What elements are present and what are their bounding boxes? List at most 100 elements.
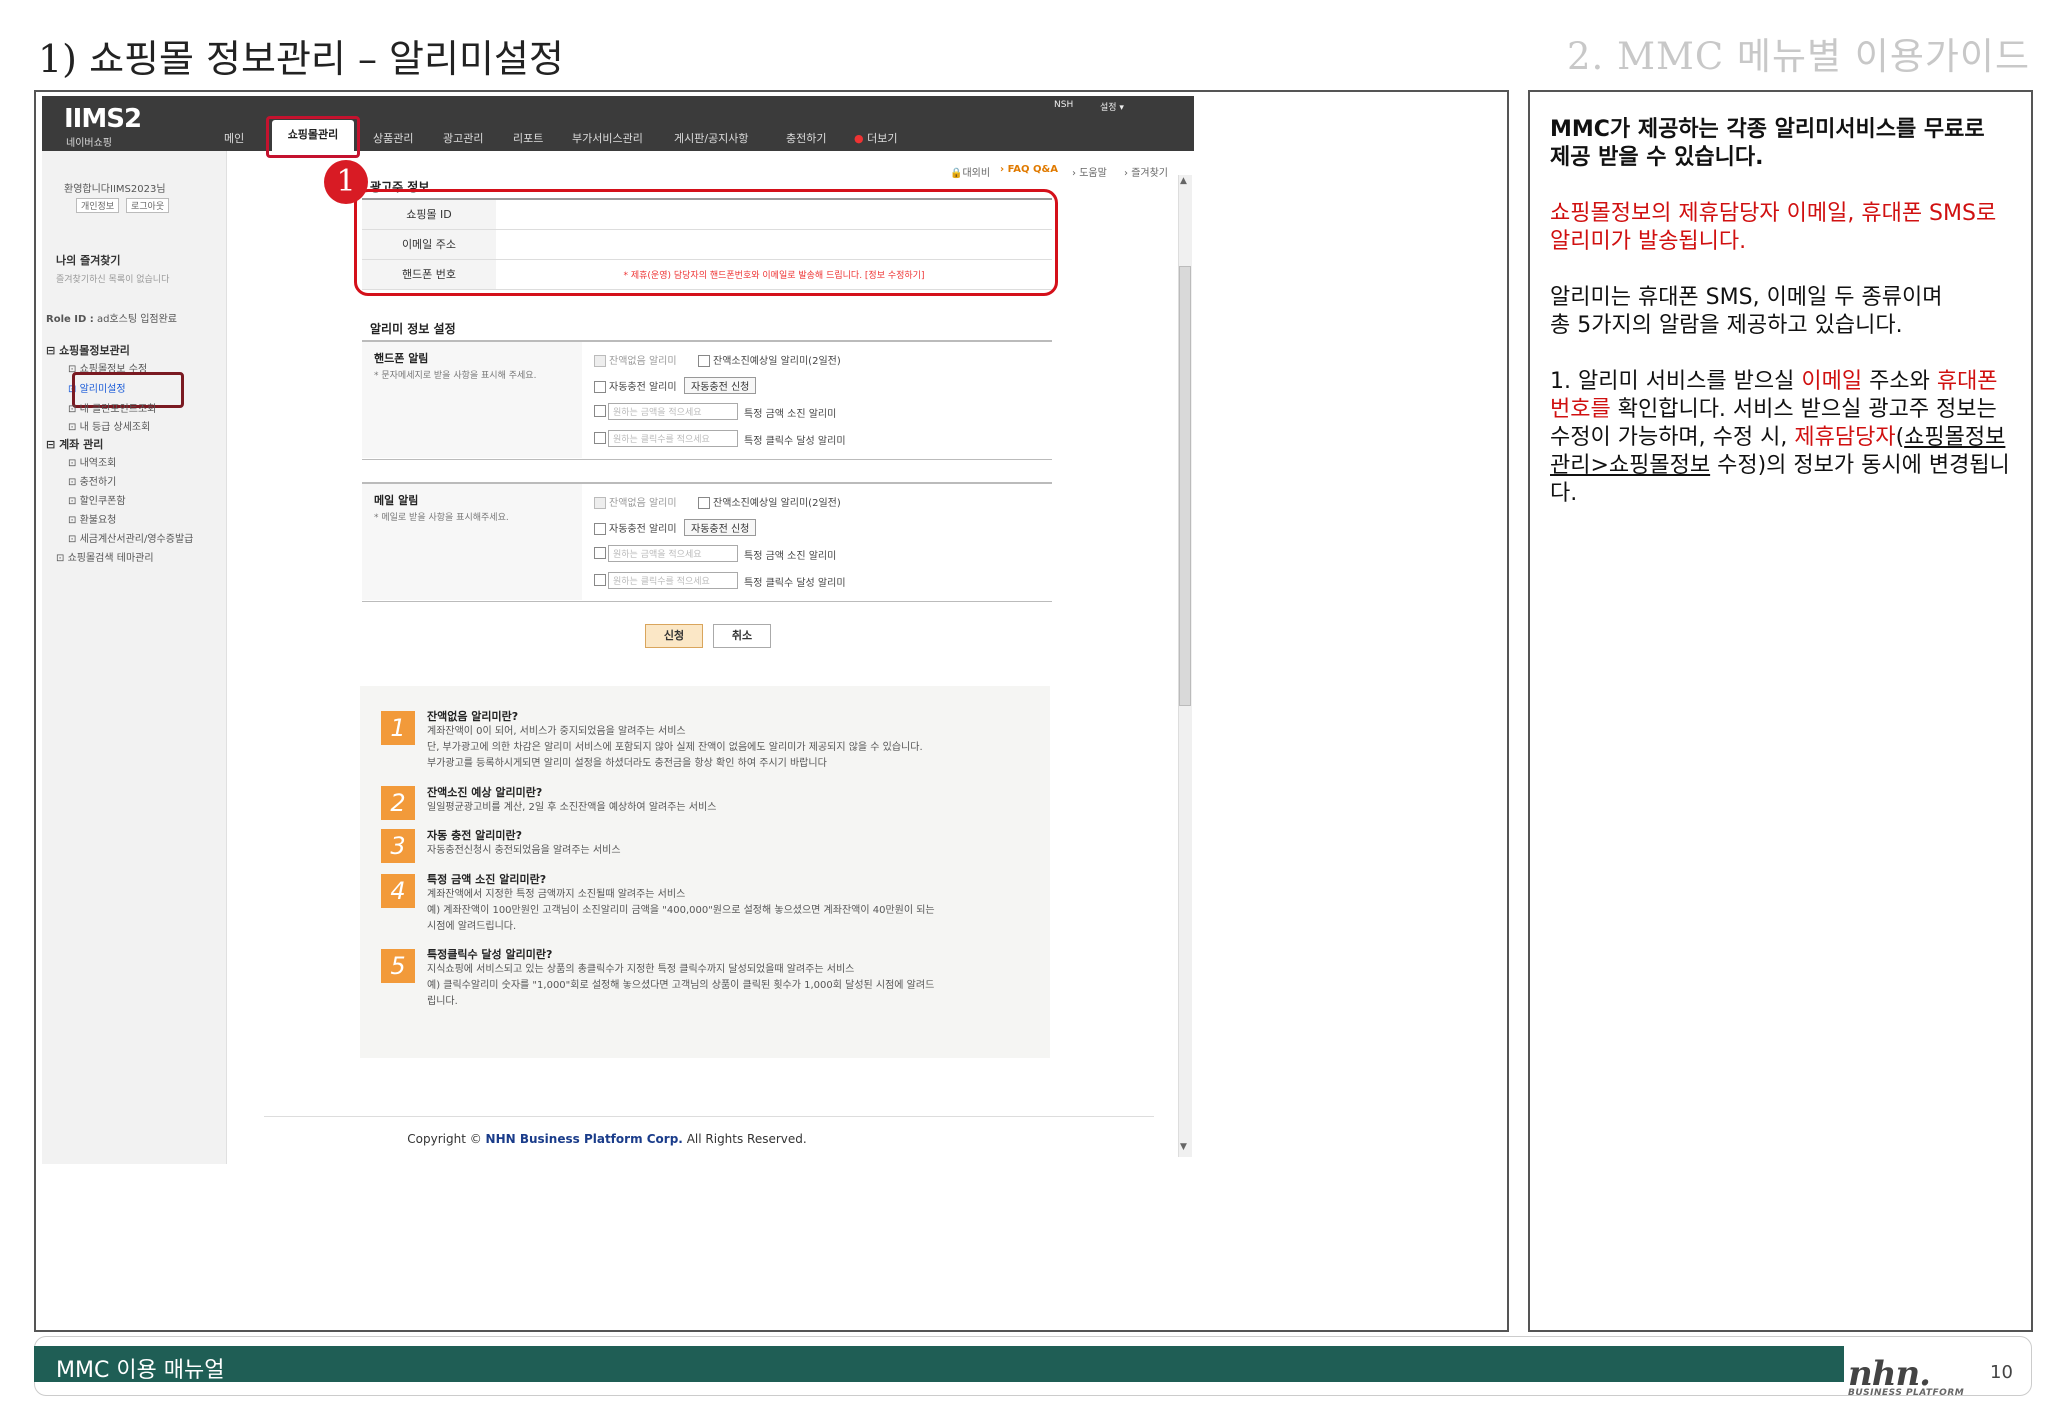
option-label: 잔액소진예상일 알리미(2일전) [713,356,841,367]
mail-amount-input[interactable]: 원하는 금액을 적으세요 [608,545,738,562]
desc-p4-part-3: 주소와 [1862,369,1930,394]
scroll-up-icon[interactable]: ▲ [1180,176,1187,186]
toplink-faq[interactable]: › FAQ Q&A [1000,164,1058,175]
logout-button[interactable]: 로그아웃 [126,198,170,213]
sidebar-item-tax-invoice[interactable]: ⊡ 세금계산서관리/영수증발급 [68,530,218,545]
util-link-nsh[interactable]: NSH [1054,100,1073,110]
nav-item-products[interactable]: 상품관리 [373,130,413,146]
profile-button[interactable]: 개인정보 [76,198,120,213]
phone-auto-charge-button[interactable]: 자동충전 신청 [684,377,757,394]
copyright-suffix: All Rights Reserved. [686,1132,807,1146]
sidebar-item-clean-point[interactable]: ⊡ 내 클린포인트조회 [68,400,156,415]
mail-auto-charge-button[interactable]: 자동충전 신청 [684,519,757,536]
phone-amount-option[interactable] [594,405,609,417]
phone-clicks-input[interactable]: 원하는 클릭수를 적으세요 [608,430,738,447]
mail-no-balance-option[interactable]: 잔액없음 알리미 [594,494,677,509]
toplink-label: 도움말 [1079,168,1107,179]
desc-p3-line-1: 알리미는 휴대폰 SMS, 이메일 두 종류이며 [1550,285,1943,310]
phone-auto-charge-option[interactable]: 자동충전 알리미 [594,378,677,393]
favorites-empty: 즐겨찾기하신 목록이 없습니다 [56,275,170,285]
submit-button[interactable]: 신청 [645,624,703,648]
nav-item-more[interactable]: ● 더보기 [854,130,897,146]
faq-question-1: 잔액없음 알리미란? [427,710,519,723]
sidebar-item-label: 내역조회 [79,458,117,469]
phone-clicks-option[interactable] [594,432,609,444]
scrollbar-thumb[interactable] [1179,266,1191,706]
sidebar-item-history[interactable]: ⊡ 내역조회 [68,454,116,469]
slide-title: 1) 쇼핑몰 정보관리 – 알리미설정 [38,37,564,81]
toplink-favorites[interactable]: › 즐겨찾기 [1124,164,1168,179]
desc-p4-manager: 제휴담당자 [1794,425,1896,450]
option-label: 자동충전 알리미 [609,382,677,393]
sidebar-item-grade[interactable]: ⊡ 내 등급 상세조회 [68,418,150,433]
desc-p4-part-1: 1. 알리미 서비스를 받으실 [1550,369,1802,394]
mail-alarm-desc: * 메일로 받을 사항을 표시해주세요. [374,513,509,523]
phone-no-balance-option[interactable]: 잔액없음 알리미 [594,352,677,367]
iims-logo[interactable]: IIMS2 [64,104,142,134]
nav-item-reports[interactable]: 리포트 [513,130,543,146]
checkbox-icon [594,405,606,417]
leaf-icon: ⊡ [68,496,77,507]
mail-clicks-input[interactable]: 원하는 클릭수를 적으세요 [608,572,738,589]
option-label: 자동충전 알리미 [609,524,677,535]
desc-paragraph-2: 쇼핑몰정보의 제휴담당자 이메일, 휴대폰 SMS로 알리미가 발송됩니다. [1550,201,1997,254]
faq-number-3: 3 [381,829,415,863]
app-screenshot: IIMS2 네이버쇼핑 NSH 설정 ▾ 메인 쇼핑몰관리 상품관리 광고관리 … [42,96,1194,1164]
copyright: Copyright © NHN Business Platform Corp. … [42,1132,1172,1146]
toplink-label: 대외비 [962,168,991,179]
faq-number-1: 1 [381,711,415,745]
nav-item-more-label: 더보기 [867,132,898,145]
sidebar-item-refund[interactable]: ⊡ 환불요청 [68,511,116,526]
sidebar-item-theme[interactable]: ⊡ 쇼핑몰검색 테마관리 [56,549,154,564]
sidebar-item-coupons[interactable]: ⊡ 할인쿠폰함 [68,492,126,507]
welcome-text: 환영합니다IIMS2023님 [64,184,166,195]
phone-amount-input[interactable]: 원하는 금액을 적으세요 [608,403,738,420]
phone-expected-option[interactable]: 잔액소진예상일 알리미(2일전) [698,352,841,367]
footer-bar [34,1346,1844,1382]
mail-clicks-option[interactable] [594,574,609,586]
toplink-confidential[interactable]: 🔒대외비 [950,164,990,179]
phone-amount-label: 특정 금액 소진 알리미 [744,409,837,420]
mail-auto-charge-option[interactable]: 자동충전 알리미 [594,520,677,535]
option-label: 잔액없음 알리미 [609,498,677,509]
faq-answer-5-line-3: 립니다. [427,996,458,1007]
sidebar-item-label: 내 등급 상세조회 [79,422,151,433]
slide-section-title: 2. MMC 메뉴별 이용가이드 [1567,35,2030,78]
mail-alarm-name: 메일 알림 [374,494,419,507]
checkbox-icon [698,355,710,367]
faq-answer-5-line-1: 지식쇼핑에 서비스되고 있는 상품의 총클릭수가 지정한 특정 클릭수까지 달성… [427,964,855,975]
role-id-label: Role ID : [46,314,94,325]
toplink-help[interactable]: › 도움말 [1072,164,1107,179]
leaf-icon: ⊡ [68,477,77,488]
checkbox-icon [594,381,606,393]
faq-question-5: 특정클릭수 달성 알리미란? [427,948,553,961]
collapse-icon: ⊟ [46,438,56,451]
alarm-settings-title: 알리미 정보 설정 [370,322,456,336]
mail-amount-option[interactable] [594,547,609,559]
nav-item-main[interactable]: 메인 [224,130,244,146]
collapse-icon: ⊟ [46,344,56,357]
footer-title: MMC 이용 매뉴얼 [56,1358,225,1383]
sidebar-item-shop-info[interactable]: ⊟ 쇼핑몰정보관리 [46,342,130,358]
nav-item-charge[interactable]: 충전하기 [786,130,826,146]
util-link-settings[interactable]: 설정 ▾ [1100,100,1124,113]
sidebar-item-charge[interactable]: ⊡ 충전하기 [68,473,116,488]
nhn-logo-subtitle: BUSINESS PLATFORM [1848,1388,1965,1398]
checkbox-icon [594,523,606,535]
sidebar-item-label: 환불요청 [79,515,117,526]
sidebar-item-label: 계좌 관리 [59,438,104,451]
checkbox-icon [594,432,606,444]
sidebar [42,151,227,1164]
sidebar-item-account[interactable]: ⊟ 계좌 관리 [46,436,103,452]
scroll-down-icon[interactable]: ▼ [1180,1142,1187,1152]
mail-amount-label: 특정 금액 소진 알리미 [744,551,837,562]
mail-expected-option[interactable]: 잔액소진예상일 알리미(2일전) [698,494,841,509]
logo-subtitle: 네이버쇼핑 [66,138,112,149]
nav-item-addons[interactable]: 부가서비스관리 [572,130,643,146]
nav-item-board[interactable]: 게시판/공지사항 [674,130,749,146]
nav-item-ads[interactable]: 광고관리 [443,130,483,146]
faq-answer-3: 자동충전신청시 충전되었음을 알려주는 서비스 [427,845,621,856]
sidebar-item-label: 세금계산서관리/영수증발급 [79,534,194,545]
cancel-button[interactable]: 취소 [713,624,771,648]
phone-alarm-desc: * 문자메세지로 받을 사항을 표시해 주세요. [374,371,537,381]
